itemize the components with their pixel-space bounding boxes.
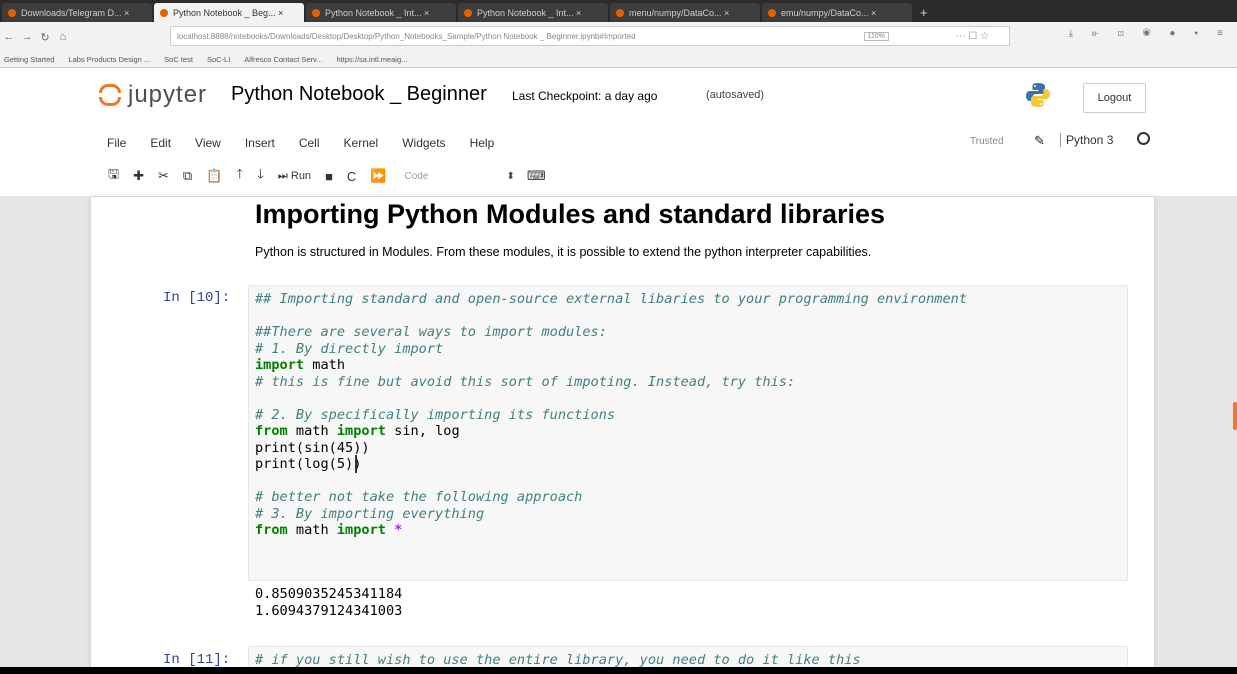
select-caret-icon[interactable]: ⬍ [507,171,515,182]
markdown-paragraph: Python is structured in Modules. From th… [255,245,872,259]
tab-favicon-icon [8,8,16,17]
tab-label: emu/numpy/DataCo... × [781,7,877,18]
notebook-title[interactable]: Python Notebook _ Beginner [231,83,487,106]
tab-label: Python Notebook _ Int... × [325,7,430,18]
output-line: 1.6094379124341003 [255,602,403,619]
browser-nav-bar: ← → ↻ ⌂ localhost:8888/notebooks/Downloa… [0,22,1237,52]
kernel-name[interactable]: Python 3 [1060,133,1113,147]
paste-icon[interactable]: 📋 [206,168,222,184]
cell-prompt: In [11]: [163,652,231,668]
restart-icon[interactable]: C [347,169,356,184]
browser-tab[interactable]: menu/numpy/DataCo... × [610,3,760,22]
new-tab-button[interactable]: + [914,3,934,22]
checkpoint-status: Last Checkpoint: a day ago [512,89,658,103]
cell-output: 0.8509035245341184 1.6094379124341003 [255,586,402,619]
screen-bottom-bar [0,667,1237,674]
kernel-status-icon [1137,132,1150,145]
bookmark-item[interactable]: SoC test [164,55,193,64]
browser-tab[interactable]: emu/numpy/DataCo... × [762,3,912,22]
url-bar[interactable]: localhost:8888/notebooks/Downloads/Deskt… [170,26,1010,46]
browser-tab[interactable]: Downloads/Telegram D... × [2,3,152,22]
notebook-toolbar: 🖫 ✚ ✂ ⧉ 📋 🡑 🡓 ⏭ Run ■ C ⏩ Code ⬍ ⌨ [108,164,560,188]
pencil-icon[interactable]: ✎ [1034,133,1045,149]
fast-forward-icon[interactable]: ⏩ [370,168,386,184]
cell-prompt: In [10]: [163,290,231,306]
save-icon[interactable]: 🖫 [108,165,119,187]
url-text: localhost:8888/notebooks/Downloads/Deskt… [177,31,636,41]
copy-icon[interactable]: ⧉ [183,168,192,184]
tab-label: Python Notebook _ Int... × [477,7,582,18]
output-line: 0.8509035245341184 [255,586,403,602]
reload-icon[interactable]: ↻ [36,31,54,44]
tab-favicon-icon [160,8,168,17]
code-block[interactable]: ## Importing standard and open-source ex… [255,291,967,539]
run-icon: ⏭ [277,169,291,182]
jupyter-logo[interactable]: jupyter [96,80,207,110]
menu-file[interactable]: File [95,136,138,150]
tab-favicon-icon [464,8,472,17]
zoom-badge[interactable]: 110% [863,31,889,41]
notebook-container: Importing Python Modules and standard li… [91,197,1154,674]
bookmark-item[interactable]: Getting Started [4,55,54,64]
cell-type-select[interactable]: Code [397,166,497,186]
browser-toolbar-icons[interactable]: ⤓ ⊪ ⊡ ◉ ● ▾ ≡ [1069,28,1231,39]
bookmark-item[interactable]: https://sa.intl.meaig... [337,55,408,64]
logout-button[interactable]: Logout [1083,83,1146,113]
bookmarks-bar: Getting Started Labs Products Design ...… [0,52,1237,68]
jupyter-header: jupyter Python Notebook _ Beginner Last … [0,68,1237,197]
stop-icon[interactable]: ■ [325,169,333,184]
url-actions-icons[interactable]: ⋯ ☐ ☆ [956,31,990,42]
browser-tab-active[interactable]: Python Notebook _ Beg... × [154,3,304,22]
menu-view[interactable]: View [183,136,233,150]
back-arrow-icon[interactable]: ← [0,31,18,43]
autosave-status: (autosaved) [706,89,765,101]
browser-tab-bar: Downloads/Telegram D... × Python Noteboo… [0,0,1237,22]
cut-icon[interactable]: ✂ [158,168,169,184]
jupyter-logo-text: jupyter [128,81,208,108]
bookmark-item[interactable]: Labs Products Design ... [68,55,150,64]
home-icon[interactable]: ⌂ [54,31,72,43]
menu-insert[interactable]: Insert [233,136,287,150]
text-cursor [355,455,357,473]
move-down-icon[interactable]: 🡓 [257,165,264,187]
menu-edit[interactable]: Edit [138,136,183,150]
jupyter-logo-icon [96,80,126,110]
menu-widgets[interactable]: Widgets [390,136,457,150]
keyboard-icon[interactable]: ⌨ [527,168,546,184]
tab-label: Python Notebook _ Beg... × [173,7,284,18]
bookmark-item[interactable]: SoC-LI [207,55,230,64]
trusted-indicator[interactable]: Trusted [970,136,1004,147]
tab-label: Downloads/Telegram D... × [21,7,130,18]
python-logo-icon [1026,83,1050,107]
forward-arrow-icon[interactable]: → [18,31,36,43]
tab-label: menu/numpy/DataCo... × [629,7,730,18]
add-cell-icon[interactable]: ✚ [133,168,144,184]
bookmark-item[interactable]: Alfresco Contact Serv... [244,55,322,64]
tab-favicon-icon [616,8,624,17]
tab-favicon-icon [312,8,320,17]
run-label: Run [290,170,312,182]
scroll-indicator[interactable] [1233,402,1237,430]
browser-tab[interactable]: Python Notebook _ Int... × [458,3,608,22]
move-up-icon[interactable]: 🡑 [236,165,243,187]
menu-help[interactable]: Help [458,136,507,150]
menu-kernel[interactable]: Kernel [332,136,391,150]
run-button[interactable]: ⏭ Run [278,170,311,183]
browser-tab[interactable]: Python Notebook _ Int... × [306,3,456,22]
tab-favicon-icon [768,8,776,17]
menu-cell[interactable]: Cell [287,136,332,150]
markdown-heading: Importing Python Modules and standard li… [255,199,886,229]
